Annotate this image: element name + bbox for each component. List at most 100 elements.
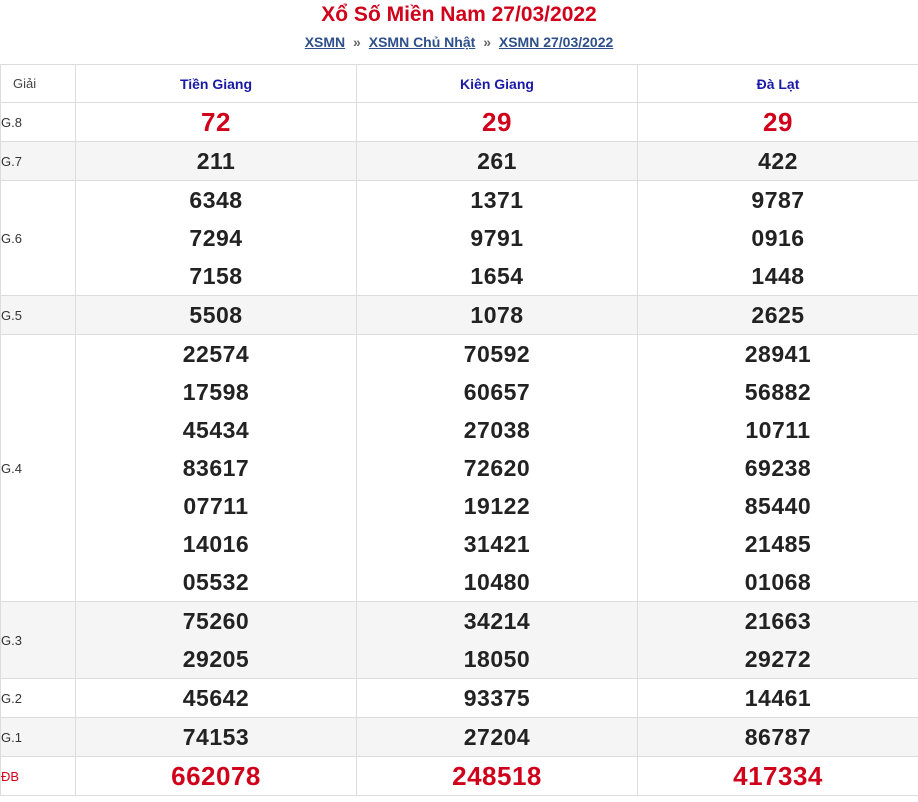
result-number: 0916 xyxy=(751,225,805,251)
breadcrumb-separator: » xyxy=(353,34,361,50)
result-number: 27204 xyxy=(463,724,531,750)
result-number: 2625 xyxy=(751,302,805,328)
breadcrumb-link-xsmn-date[interactable]: XSMN 27/03/2022 xyxy=(499,34,613,50)
result-cell: 29 xyxy=(637,102,918,142)
result-cell: 93375 xyxy=(356,678,638,718)
result-number: 34214 xyxy=(463,608,531,634)
province-header-kien-giang[interactable]: Kiên Giang xyxy=(356,64,638,103)
result-number: 5508 xyxy=(189,302,243,328)
result-cell: 34214 18050 xyxy=(356,601,638,679)
result-number: 1654 xyxy=(470,263,524,289)
breadcrumb: XSMN » XSMN Chủ Nhật » XSMN 27/03/2022 xyxy=(0,30,918,64)
result-number: 10711 xyxy=(745,417,811,443)
result-number: 85440 xyxy=(744,493,812,519)
result-cell: 72 xyxy=(75,102,357,142)
result-number: 75260 xyxy=(182,608,250,634)
result-cell: 14461 xyxy=(637,678,918,718)
result-number: 261 xyxy=(477,148,517,174)
table-row: ĐB 662078 248518 417334 xyxy=(0,756,918,796)
result-cell: 6348 7294 7158 xyxy=(75,180,357,296)
result-number: 10480 xyxy=(463,569,531,595)
result-number: 21485 xyxy=(744,531,812,557)
result-cell: 422 xyxy=(637,141,918,181)
table-row: G.2 45642 93375 14461 xyxy=(0,678,918,718)
province-header-da-lat[interactable]: Đà Lạt xyxy=(637,64,918,103)
result-number: 1078 xyxy=(470,302,524,328)
result-cell: 28941 56882 10711 69238 85440 21485 01068 xyxy=(637,334,918,602)
result-cell: 9787 0916 1448 xyxy=(637,180,918,296)
result-number: 29 xyxy=(482,107,512,137)
prize-label: G.5 xyxy=(0,295,76,335)
table-row: G.5 5508 1078 2625 xyxy=(0,295,918,335)
result-number: 14461 xyxy=(744,685,812,711)
result-cell: 2625 xyxy=(637,295,918,335)
result-number: 1371 xyxy=(470,187,524,213)
result-number: 29205 xyxy=(182,646,250,672)
result-cell: 261 xyxy=(356,141,638,181)
page-title: Xổ Số Miền Nam 27/03/2022 xyxy=(321,3,597,26)
result-number: 05532 xyxy=(182,569,250,595)
result-number: 9791 xyxy=(470,225,524,251)
result-number: 6348 xyxy=(189,187,243,213)
results-body: G.8 72 29 29 G.7 211 261 422 G.6 6348 7294 7158 1371… xyxy=(0,102,918,796)
result-number: 27038 xyxy=(463,417,531,443)
province-header-tien-giang[interactable]: Tiền Giang xyxy=(75,64,357,103)
result-number: 9787 xyxy=(751,187,805,213)
result-number: 29 xyxy=(763,107,793,137)
result-number: 28941 xyxy=(744,341,812,367)
prize-label: G.2 xyxy=(0,678,76,718)
prize-label: G.4 xyxy=(0,334,76,602)
result-number: 22574 xyxy=(182,341,250,367)
result-cell: 248518 xyxy=(356,756,638,796)
table-row: G.1 74153 27204 86787 xyxy=(0,717,918,757)
result-cell: 1371 9791 1654 xyxy=(356,180,638,296)
result-number: 7294 xyxy=(189,225,243,251)
table-row: G.8 72 29 29 xyxy=(0,102,918,142)
result-number: 31421 xyxy=(463,531,531,557)
result-number: 72 xyxy=(201,107,231,137)
table-header-row: Giải Tiền Giang Kiên Giang Đà Lạt xyxy=(0,64,918,103)
result-number: 21663 xyxy=(744,608,812,634)
result-number: 248518 xyxy=(452,761,542,791)
breadcrumb-link-xsmn[interactable]: XSMN xyxy=(305,34,345,50)
result-cell: 5508 xyxy=(75,295,357,335)
result-cell: 211 xyxy=(75,141,357,181)
result-number: 417334 xyxy=(733,761,823,791)
prize-label: ĐB xyxy=(0,756,76,796)
result-number: 17598 xyxy=(182,379,250,405)
result-number: 83617 xyxy=(182,455,250,481)
result-number: 56882 xyxy=(744,379,812,405)
result-number: 74153 xyxy=(182,724,250,750)
table-row: G.7 211 261 422 xyxy=(0,141,918,181)
prize-label: G.6 xyxy=(0,180,76,296)
result-cell: 86787 xyxy=(637,717,918,757)
result-number: 211 xyxy=(196,148,236,174)
results-table: Giải Tiền Giang Kiên Giang Đà Lạt G.8 72 2… xyxy=(0,64,918,796)
result-number: 45434 xyxy=(182,417,250,443)
result-number: 29272 xyxy=(744,646,812,672)
result-cell: 74153 xyxy=(75,717,357,757)
prize-column-header: Giải xyxy=(0,64,76,103)
result-cell: 75260 29205 xyxy=(75,601,357,679)
prize-label: G.3 xyxy=(0,601,76,679)
result-number: 60657 xyxy=(463,379,531,405)
result-cell: 21663 29272 xyxy=(637,601,918,679)
result-cell: 45642 xyxy=(75,678,357,718)
result-number: 7158 xyxy=(189,263,243,289)
prize-label: G.1 xyxy=(0,717,76,757)
result-number: 86787 xyxy=(744,724,812,750)
result-cell: 662078 xyxy=(75,756,357,796)
table-row: G.4 22574 17598 45434 83617 07711 14016 05532 70… xyxy=(0,334,918,602)
result-number: 14016 xyxy=(182,531,250,557)
result-number: 69238 xyxy=(744,455,812,481)
result-number: 45642 xyxy=(182,685,250,711)
result-number: 662078 xyxy=(171,761,261,791)
prize-label: G.8 xyxy=(0,102,76,142)
result-cell: 22574 17598 45434 83617 07711 14016 05532 xyxy=(75,334,357,602)
result-number: 07711 xyxy=(183,493,249,519)
result-number: 422 xyxy=(758,148,798,174)
breadcrumb-link-xsmn-chu-nhat[interactable]: XSMN Chủ Nhật xyxy=(369,34,476,50)
breadcrumb-separator: » xyxy=(483,34,491,50)
result-number: 93375 xyxy=(463,685,531,711)
result-number: 19122 xyxy=(463,493,531,519)
